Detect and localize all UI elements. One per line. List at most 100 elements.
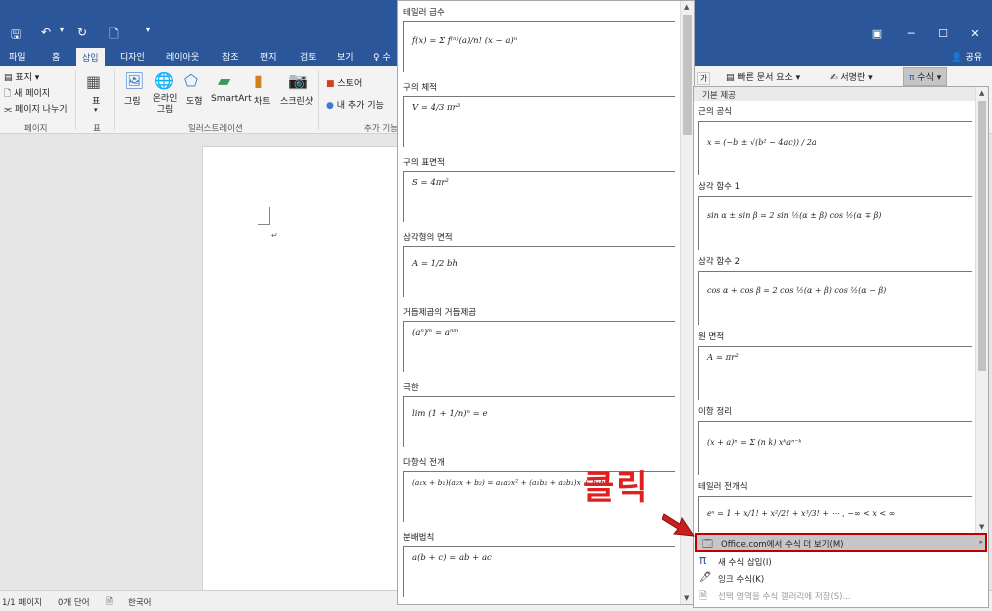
gallery-item-trig-identity-1[interactable]: sin α ± sin β = 2 sin ½(α ± β) cos ½(α ∓… (698, 196, 972, 250)
online-pictures-button[interactable]: 온라인 그림 (150, 94, 180, 116)
equation-text: V = 4/3 πr³ (412, 103, 461, 113)
page-count[interactable]: 1/1 페이지 (2, 596, 42, 608)
gallery-item-quadratic-formula[interactable]: x = (−b ± √(b² − 4ac)) / 2a (698, 121, 972, 175)
click-annotation: 클릭 (583, 468, 650, 508)
scrollbar[interactable]: ▲ ▼ (975, 87, 988, 533)
equation-button[interactable]: π 수식 ▾ (903, 67, 948, 86)
gallery-item-sphere-volume[interactable]: V = 4/3 πr³ (403, 96, 675, 147)
tab-file[interactable]: 파일 (9, 50, 26, 63)
proofing-icon[interactable]: 🗎 (106, 596, 113, 610)
group-label-pages: 페이지 (24, 124, 48, 134)
scroll-up-icon[interactable]: ▲ (979, 89, 984, 97)
tab-home[interactable]: 홈 (52, 50, 60, 63)
redo-icon[interactable]: ↻ (72, 25, 92, 39)
close-icon[interactable]: ✕ (960, 27, 990, 40)
gallery-item-limit[interactable]: lim (1 + 1/n)ⁿ = e (403, 396, 675, 447)
tab-layout[interactable]: 레이아웃 (166, 50, 199, 63)
tab-design[interactable]: 디자인 (120, 50, 145, 63)
signature-line-button[interactable]: ✍ 서명란 ▾ (830, 70, 873, 83)
save-icon[interactable]: 🖫 (6, 25, 26, 46)
page-break-button[interactable]: ⫘ 페이지 나누기 (4, 102, 68, 115)
chart-icon[interactable]: ▮ (254, 71, 263, 90)
chevron-right-icon: ▸ (979, 538, 983, 546)
ink-equation-menu-item[interactable]: 🖊 잉크 수식(K) (694, 570, 988, 587)
scroll-down-icon[interactable]: ▼ (979, 523, 984, 531)
customize-qat-icon[interactable]: ▾ (138, 25, 158, 34)
gallery-item-sphere-surface[interactable]: S = 4πr² (403, 171, 675, 222)
ribbon-divider (114, 70, 115, 130)
text-box-icon[interactable]: 가 (697, 72, 711, 85)
pictures-button[interactable]: 그림 (124, 94, 141, 107)
equation-text: A = πr² (707, 353, 739, 363)
my-addins-button[interactable]: ● 내 추가 기능 (326, 98, 384, 111)
pictures-icon[interactable]: 🖼 (124, 71, 144, 90)
store-button[interactable]: ■ 스토어 (326, 76, 362, 89)
gallery-item-trig-identity-2[interactable]: cos α + cos β = 2 cos ½(α + β) cos ½(α −… (698, 271, 972, 325)
group-label-tables: 표 (93, 124, 101, 134)
gallery-item-circle-area[interactable]: A = πr² (698, 346, 972, 400)
shapes-button[interactable]: 도형 (186, 94, 203, 107)
undo-dropdown-icon[interactable]: ▾ (52, 25, 72, 34)
ribbon-divider (318, 70, 319, 130)
gallery-item-title: 구의 표면적 (403, 158, 445, 168)
tab-references[interactable]: 참조 (222, 50, 239, 63)
minimize-icon[interactable]: ─ (896, 27, 926, 40)
pi-icon: π (699, 553, 707, 567)
gallery-item-power-of-power[interactable]: (aⁿ)ᵐ = aⁿᵐ (403, 321, 675, 372)
menu-item-label: 선택 영역을 수식 갤러리에 저장(S)... (718, 592, 851, 602)
ribbon-display-icon[interactable]: ▣ (862, 27, 892, 40)
menu-item-label: Office.com에서 수식 더 보기(M) (721, 540, 844, 550)
gallery-item-triangle-area[interactable]: A = 1/2 bh (403, 246, 675, 297)
screenshot-icon[interactable]: 📷 (288, 71, 308, 90)
gallery-item-taylor-expansion[interactable]: eˣ = 1 + x/1! + x²/2! + x³/3! + ⋯ , −∞ <… (698, 496, 972, 532)
gallery-item-title: 테일러 전개식 (698, 482, 748, 492)
blank-page-button[interactable]: 🗋 새 페이지 (4, 86, 50, 102)
menu-item-label: 새 수식 삽입(I) (718, 558, 772, 568)
gallery-item-binomial-theorem[interactable]: (x + a)ⁿ = Σ (n k) xᵏaⁿ⁻ᵏ (698, 421, 972, 475)
screenshot-button[interactable]: 스크린샷 (280, 94, 313, 107)
new-document-icon[interactable]: 🗋 (104, 25, 124, 46)
chart-button[interactable]: 차트 (254, 94, 271, 107)
tab-tell-me[interactable]: ♀ 수 (373, 50, 391, 63)
online-pictures-icon[interactable]: 🌐 (154, 71, 174, 90)
tab-view[interactable]: 보기 (337, 50, 354, 63)
table-icon[interactable]: ▦ (86, 72, 101, 91)
gallery-item-title: 분배법칙 (403, 533, 435, 543)
tab-review[interactable]: 검토 (300, 50, 317, 63)
tab-insert[interactable]: 삽입 (76, 48, 105, 66)
group-label-illustrations: 일러스트레이션 (188, 124, 243, 134)
cover-page-button[interactable]: ▤ 표지 ▾ (4, 70, 39, 83)
equation-gallery-right: 기본 제공 ▲ ▼ 근의 공식 x = (−b ± √(b² − 4ac)) /… (693, 86, 989, 608)
ribbon-divider (75, 70, 76, 130)
share-button[interactable]: 👤 공유 (951, 50, 982, 63)
scroll-thumb[interactable] (683, 15, 692, 135)
scroll-thumb[interactable] (978, 101, 986, 371)
gallery-item-taylor-series[interactable]: f(x) = Σ f⁽ⁿ⁾(a)/n! (x − a)ⁿ (403, 21, 675, 72)
maximize-icon[interactable]: ☐ (928, 27, 958, 40)
gallery-item-title: 원 면적 (698, 332, 725, 342)
equation-text: lim (1 + 1/n)ⁿ = e (412, 409, 488, 419)
equation-text: a(b + c) = ab + ac (412, 553, 492, 563)
smartart-icon[interactable]: ▰ (218, 71, 230, 90)
equation-gallery-left: ▲ ▼ 테일러 급수 f(x) = Σ f⁽ⁿ⁾(a)/n! (x − a)ⁿ … (397, 0, 695, 605)
document-page[interactable]: ↵ (202, 146, 402, 591)
quick-parts-button[interactable]: ▤ 빠른 문서 요소 ▾ (726, 70, 800, 83)
gallery-item-title: 근의 공식 (698, 107, 732, 117)
paragraph-mark: ↵ (271, 231, 278, 240)
equation-text: (aⁿ)ᵐ = aⁿᵐ (412, 328, 459, 338)
scroll-down-icon[interactable]: ▼ (684, 594, 689, 602)
office-more-equations-menu-item[interactable]: 🗔 Office.com에서 수식 더 보기(M) ▸ (695, 533, 987, 552)
gallery-item-distributive-law[interactable]: a(b + c) = ab + ac (403, 546, 675, 597)
insert-new-equation-menu-item[interactable]: π 새 수식 삽입(I) (694, 553, 988, 570)
group-label-addins: 추가 기능 (364, 124, 398, 134)
equation-text: A = 1/2 bh (412, 259, 458, 269)
tab-mailings[interactable]: 편지 (260, 50, 277, 63)
gallery-item-title: 이항 정리 (698, 407, 732, 417)
table-dropdown-icon[interactable]: ▾ (94, 106, 98, 114)
shapes-icon[interactable]: ⬠ (184, 71, 198, 90)
language-indicator[interactable]: 한국어 (128, 596, 151, 608)
word-count[interactable]: 0개 단어 (58, 596, 90, 608)
smartart-button[interactable]: SmartArt (211, 94, 252, 104)
equation-text: f(x) = Σ f⁽ⁿ⁾(a)/n! (x − a)ⁿ (412, 36, 518, 46)
scroll-up-icon[interactable]: ▲ (684, 3, 689, 11)
